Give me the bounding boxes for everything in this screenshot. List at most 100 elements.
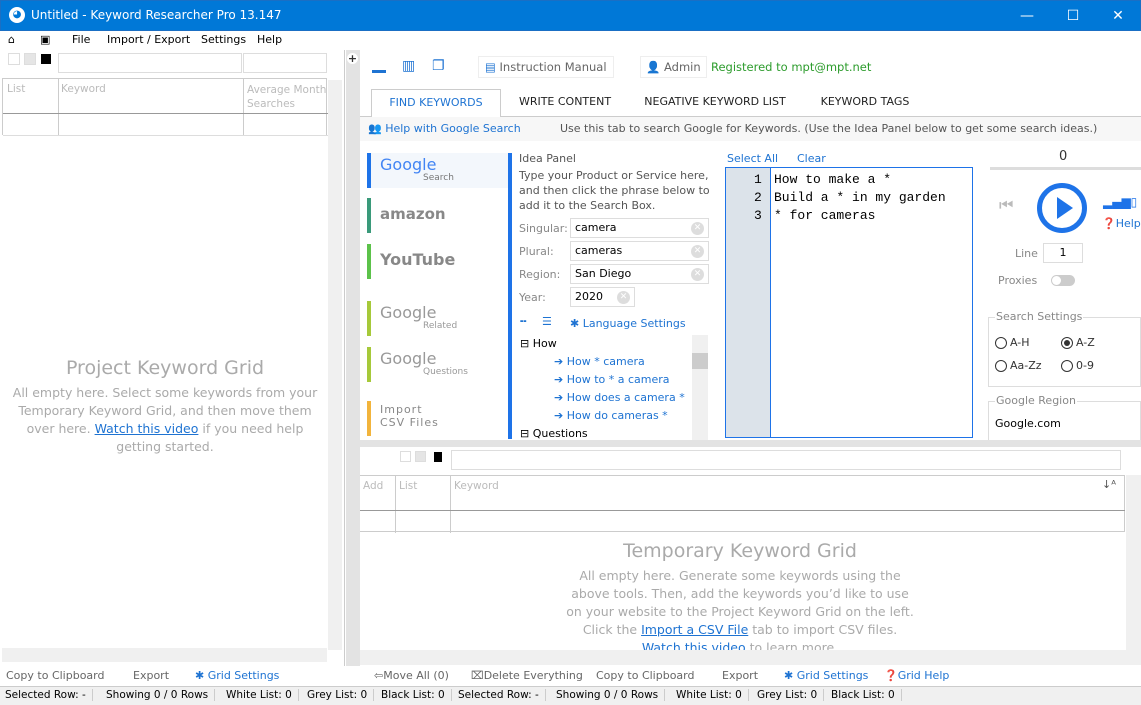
tree-group-questions[interactable]: ⊟ Questions [520,427,588,440]
tree-group-how[interactable]: ⊟ How [520,337,557,350]
expand-all-icon[interactable]: ☰ [542,315,552,328]
grid-settings-button[interactable]: ✱ Grid Settings [195,669,279,682]
layout-icon[interactable]: ❐ [432,58,445,74]
tab-negative-keyword-list[interactable]: NEGATIVE KEYWORD LIST [635,89,795,117]
tab-write-content[interactable]: WRITE CONTENT [505,89,625,117]
radio-a-z[interactable]: A-Z [1061,336,1095,349]
tab-find-keywords[interactable]: FIND KEYWORDS [371,89,501,117]
source-google-questions[interactable]: Google Questions [367,347,512,382]
temp-grid-help: All empty here. Generate some keywords u… [565,567,915,650]
vertical-scrollbar[interactable] [1126,475,1141,665]
menu-import-export[interactable]: Import / Export [107,33,190,46]
tab-keyword-tags[interactable]: KEYWORD TAGS [805,89,925,117]
black-list-filter[interactable] [41,54,51,64]
keyword-filter-input[interactable] [58,53,242,73]
play-button[interactable] [1037,183,1087,233]
help-google-search-link[interactable]: 👥 Help with Google Search [368,122,521,135]
instruction-manual-button[interactable]: ▤ Instruction Manual [478,56,614,78]
tree-item[interactable]: ➔ How does a camera * [554,391,685,404]
temp-grid-title: Temporary Keyword Grid [623,540,857,562]
help-link[interactable]: ❓Help [1102,217,1141,230]
source-amazon[interactable]: amazon [367,198,512,233]
delete-everything-button[interactable]: ⌧Delete Everything [471,669,583,682]
tree-item[interactable]: ➔ How to * a camera [554,373,670,386]
watch-video-link[interactable]: Watch this video [642,640,746,650]
black-list-filter[interactable] [434,452,442,462]
line-input[interactable]: 1 [1043,243,1083,263]
copy-to-clipboard-button[interactable]: Copy to Clipboard [596,669,694,682]
minimize-button[interactable]: — [1004,1,1050,31]
vertical-scrollbar[interactable] [328,80,342,650]
sort-az-icon[interactable]: ↓ᴬ [1102,478,1116,491]
horizontal-scrollbar[interactable] [2,648,327,662]
columns-icon[interactable]: ▥ [402,58,415,74]
select-all-link[interactable]: Select All [727,152,778,165]
panel-splitter[interactable]: + [346,50,360,666]
admin-button[interactable]: 👤 Admin [640,56,707,78]
status-bar: Selected Row: - Showing 0 / 0 Rows White… [0,686,1141,705]
tree-item[interactable]: ➔ How do cameras * [554,409,668,422]
white-list-filter[interactable] [8,53,20,65]
clear-icon[interactable]: ✕ [691,268,704,281]
keyword-filter-input[interactable] [451,450,1121,470]
clear-icon[interactable]: ✕ [691,245,704,258]
google-region-value[interactable]: Google.com [995,417,1061,430]
source-import-csv[interactable]: Import CSV Files [367,401,512,436]
column-list[interactable]: List [7,83,25,95]
radio-a-h[interactable]: A-H [995,336,1030,349]
grey-list-filter[interactable] [24,53,36,65]
move-all-button[interactable]: ⇦Move All (0) [374,669,449,682]
clear-icon[interactable]: ✕ [691,222,704,235]
status-white-list: White List: 0 [676,689,749,701]
source-google-related[interactable]: Google Related [367,301,512,336]
minimize-panel-icon[interactable] [372,70,386,73]
language-settings-link[interactable]: ✱ Language Settings [570,317,686,330]
copy-to-clipboard-button[interactable]: Copy to Clipboard [6,669,104,682]
clear-link[interactable]: Clear [797,152,826,165]
grid-settings-button[interactable]: ✱ Grid Settings [784,669,868,682]
rewind-icon[interactable]: ⏮ [999,195,1013,215]
line-label: Line [1015,247,1038,260]
menu-file[interactable]: File [72,33,90,46]
menu-help[interactable]: Help [257,33,282,46]
column-keyword[interactable]: Keyword [61,83,106,95]
proxies-toggle[interactable] [1051,275,1075,286]
export-button[interactable]: Export [133,669,169,682]
export-button[interactable]: Export [722,669,758,682]
horizontal-scrollbar[interactable] [360,650,1126,665]
import-csv-link[interactable]: Import a CSV File [641,622,748,637]
collapse-all-icon[interactable]: ╍ [520,315,527,328]
grid-help-button[interactable]: ❓Grid Help [884,669,949,682]
year-input[interactable]: 2020 ✕ [570,287,635,307]
close-button[interactable]: ✕ [1095,1,1141,31]
expand-icon[interactable]: + [347,53,358,64]
source-google-search[interactable]: Google Search [367,153,512,188]
search-box[interactable]: 123 How to make a * Build a * in my garde… [725,167,973,438]
speed-icon[interactable]: ▂▄▆▯ [1103,195,1137,209]
plural-input[interactable]: cameras ✕ [570,241,709,261]
radio-0-9[interactable]: 0-9 [1061,359,1094,372]
searches-filter-input[interactable] [243,53,327,73]
plural-label: Plural: [519,245,554,258]
search-lines[interactable]: How to make a * Build a * in my garden * f… [774,171,946,225]
column-list[interactable]: List [399,480,417,492]
column-add[interactable]: Add [363,480,383,492]
menu-settings[interactable]: Settings [201,33,246,46]
clear-icon[interactable]: ✕ [617,291,630,304]
maximize-button[interactable]: ☐ [1050,1,1096,31]
source-youtube[interactable]: YouTube [367,244,512,279]
column-average-month-searches[interactable]: Average Month Searches [247,83,327,111]
save-icon[interactable]: ▣ [40,33,50,46]
tree-item[interactable]: ➔ How * camera [554,355,645,368]
horizontal-splitter[interactable] [360,440,1141,447]
singular-input[interactable]: camera ✕ [570,218,709,238]
region-input[interactable]: San Diego ✕ [570,264,709,284]
home-icon[interactable]: ⌂ [8,33,15,46]
watch-video-link[interactable]: Watch this video [95,421,199,436]
white-list-filter[interactable] [400,451,411,462]
column-keyword[interactable]: Keyword [454,480,499,492]
grey-list-filter[interactable] [415,451,426,462]
tree-scrollbar[interactable] [692,335,708,440]
radio-aa-zz[interactable]: Aa-Zz [995,359,1042,372]
idea-panel-title: Idea Panel [519,152,576,165]
